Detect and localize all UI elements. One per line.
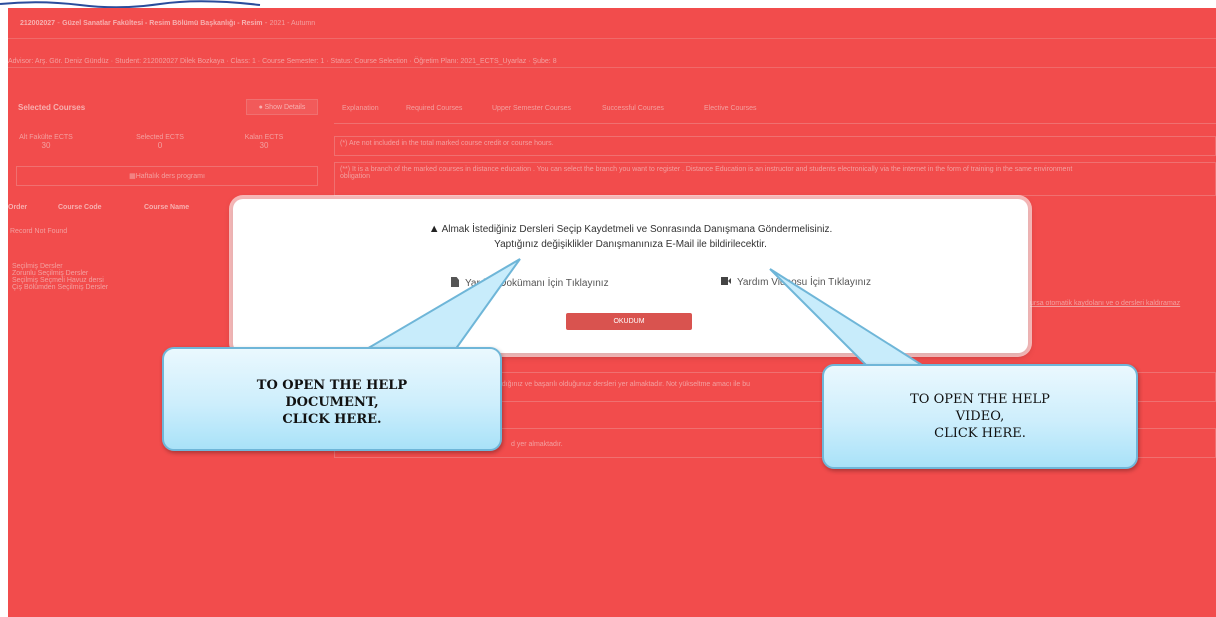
column-course-name: Course Name <box>144 204 190 211</box>
legend-item: Seçilmiş Seçmeli Havuz dersi <box>12 277 104 284</box>
callout-video-line: TO OPEN THE HELP <box>910 392 1050 407</box>
help-video-link[interactable]: Yardım Videosu İçin Tıklayınız <box>721 277 871 288</box>
okudum-button[interactable]: OKUDUM <box>566 313 692 330</box>
callout-doc-line: DOCUMENT, <box>285 395 379 410</box>
legend: Seçilmiş Dersler Zorunlu Seçilmiş Dersle… <box>12 263 108 291</box>
info-modal: ▲ Almak İstediğiniz Dersleri Seçip Kaydet… <box>233 199 1028 353</box>
explanation-note: (**) It is a branch of the marked course… <box>334 162 1216 196</box>
selected-courses-title: Selected Courses <box>18 103 86 112</box>
stat-remaining-ects: Kalan ECTS 30 <box>244 134 284 150</box>
tab-successful-courses[interactable]: Successful Courses <box>602 105 664 112</box>
tab-upper-semester-courses[interactable]: Upper Semester Courses <box>492 105 571 112</box>
page-title: 212002027 - Güzel Sanatlar Fakültesi - R… <box>20 18 316 27</box>
help-document-link[interactable]: Yardım Dokümanı İçin Tıklayınız <box>451 277 609 289</box>
tab-elective-courses[interactable]: Elective Courses <box>704 105 757 112</box>
legend-item: Seçilmiş Dersler <box>12 263 63 270</box>
callout-video-line: VIDEO, <box>955 409 1005 424</box>
auto-registration-link[interactable]: ursa otomatik kaydolanı ve o dersleri ka… <box>1030 300 1180 307</box>
column-order: Order <box>8 204 28 211</box>
explanation-note: (*) Are not included in the total marked… <box>334 136 1216 156</box>
show-details-button[interactable]: ● Show Details <box>246 99 318 115</box>
stat-total-ects: Alt Fakülte ECTS 30 <box>19 134 73 150</box>
callout-doc-line: CLICK HERE. <box>282 412 382 427</box>
record-not-found: Record Not Found <box>10 228 68 235</box>
stat-selected-ects: Selected ECTS 0 <box>136 134 184 150</box>
eye-icon: ● <box>258 104 263 111</box>
modal-message: ▲ Almak İstediğiniz Dersleri Seçip Kaydet… <box>428 223 833 235</box>
calendar-icon: ▦ <box>129 173 136 180</box>
tab-required-courses[interactable]: Required Courses <box>406 105 462 112</box>
modal-submessage: Yaptığınız değişiklikler Danışmanınıza E… <box>494 239 767 250</box>
tab-bar: Explanation Required Courses Upper Semes… <box>334 100 1216 124</box>
tab-explanation[interactable]: Explanation <box>342 105 379 112</box>
callout-video-line: CLICK HERE. <box>934 426 1026 441</box>
student-info: Advisor: Arş. Gör. Deniz Gündüz · Studen… <box>8 58 557 65</box>
video-camera-icon <box>721 277 731 285</box>
help-video-callout: TO OPEN THE HELP VIDEO, CLICK HERE. <box>822 364 1138 469</box>
file-icon <box>451 277 459 287</box>
help-document-callout: TO OPEN THE HELP DOCUMENT, CLICK HERE. <box>162 347 502 451</box>
weekly-program-button[interactable]: ▦Haftalık ders programı <box>16 166 318 186</box>
legend-item: Çiş Bölümden Seçilmiş Dersler <box>12 284 109 291</box>
legend-item: Zorunlu Seçilmiş Dersler <box>12 270 89 277</box>
warning-icon: ▲ <box>428 223 440 235</box>
callout-doc-line: TO OPEN THE HELP <box>256 378 408 393</box>
column-course-code: Course Code <box>58 204 102 211</box>
